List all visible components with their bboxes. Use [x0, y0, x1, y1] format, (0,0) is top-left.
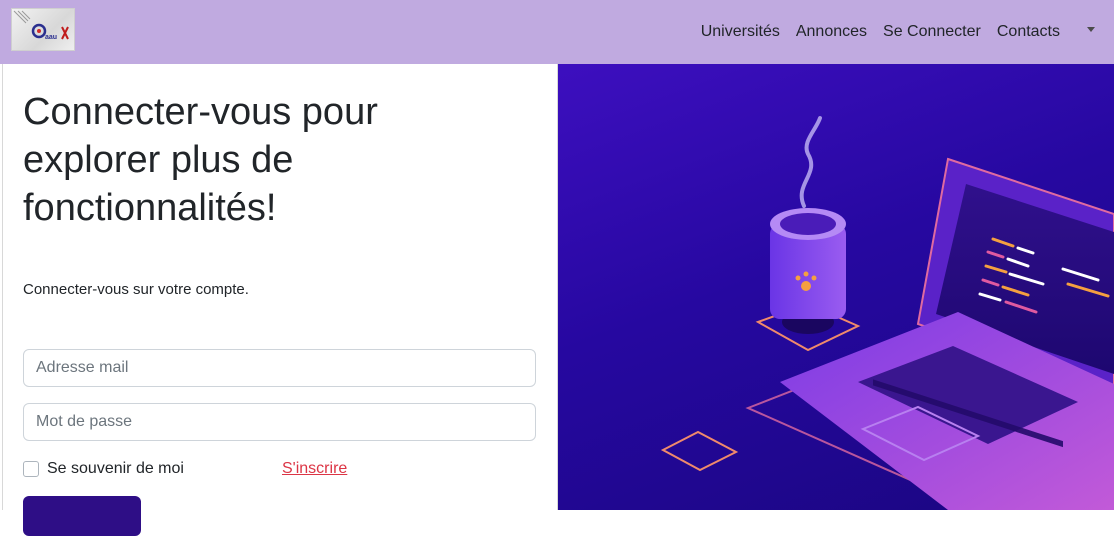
- nav-links: Universités Annonces Se Connecter Contac…: [693, 0, 1068, 64]
- dropdown-caret-icon[interactable]: [1087, 27, 1095, 32]
- email-field[interactable]: [23, 349, 536, 387]
- login-button[interactable]: [23, 496, 141, 536]
- password-field[interactable]: [23, 403, 536, 441]
- illustration-panel: [558, 64, 1114, 510]
- nav-link-universites[interactable]: Universités: [693, 0, 788, 64]
- logo-image[interactable]: aau: [11, 8, 75, 51]
- nav-link-se-connecter[interactable]: Se Connecter: [875, 0, 989, 64]
- remember-checkbox[interactable]: [23, 461, 39, 477]
- nav-link-contacts[interactable]: Contacts: [989, 0, 1068, 64]
- remember-label: Se souvenir de moi: [47, 460, 184, 477]
- signup-link[interactable]: S'inscrire: [282, 460, 347, 478]
- login-panel: Connecter-vous pour explorer plus de fon…: [2, 64, 558, 536]
- remember-row: Se souvenir de moi: [23, 459, 184, 479]
- laptop-coffee-illustration-icon: [660, 116, 1114, 510]
- page-title: Connecter-vous pour explorer plus de fon…: [23, 91, 378, 229]
- svg-text:aau: aau: [45, 34, 57, 41]
- navbar: aau Universités Annonces Se Connecter Co…: [0, 0, 1114, 64]
- login-subtext: Connecter-vous sur votre compte.: [23, 281, 249, 298]
- nav-link-annonces[interactable]: Annonces: [788, 0, 875, 64]
